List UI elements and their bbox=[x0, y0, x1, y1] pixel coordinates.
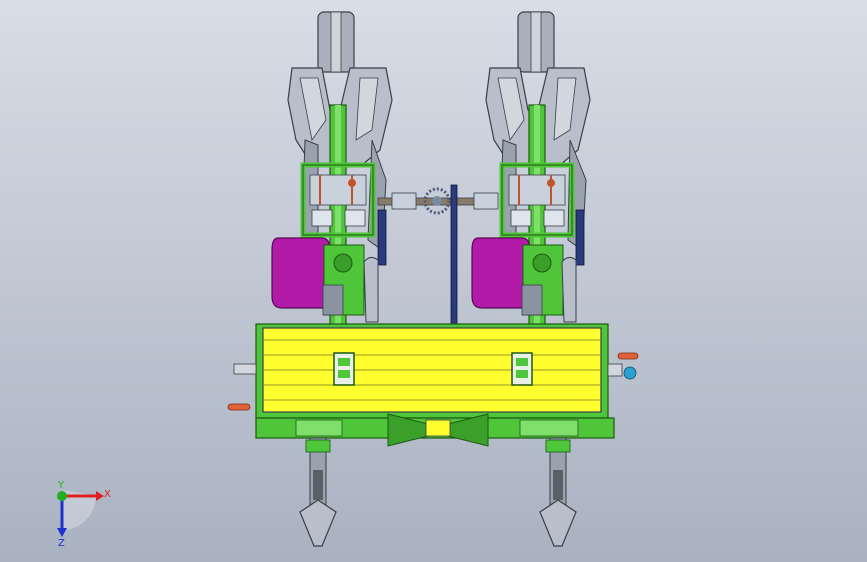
left-fitting[interactable] bbox=[233, 363, 257, 375]
y-axis-dot bbox=[57, 491, 67, 501]
left-row-unit[interactable] bbox=[271, 11, 393, 326]
right-seed-window[interactable] bbox=[511, 352, 533, 386]
left-seed-hopper[interactable] bbox=[271, 237, 331, 309]
planter-assembly-drawing[interactable]: X Y Z bbox=[0, 0, 867, 562]
drive-chain[interactable] bbox=[450, 184, 458, 326]
left-seed-window[interactable] bbox=[333, 352, 355, 386]
right-seed-hopper[interactable] bbox=[471, 237, 531, 309]
x-axis-label: X bbox=[104, 489, 111, 500]
y-axis-label: Y bbox=[57, 480, 65, 491]
orientation-triad: X Y Z bbox=[57, 480, 111, 549]
z-axis-label: Z bbox=[58, 538, 65, 549]
left-furrow-opener[interactable] bbox=[299, 437, 337, 547]
right-handle[interactable] bbox=[617, 352, 639, 360]
right-furrow-opener[interactable] bbox=[539, 437, 577, 547]
seed-box[interactable] bbox=[227, 323, 639, 419]
left-handle[interactable] bbox=[227, 403, 251, 411]
right-row-unit[interactable] bbox=[471, 11, 591, 326]
cad-viewport[interactable]: X Y Z bbox=[0, 0, 867, 562]
